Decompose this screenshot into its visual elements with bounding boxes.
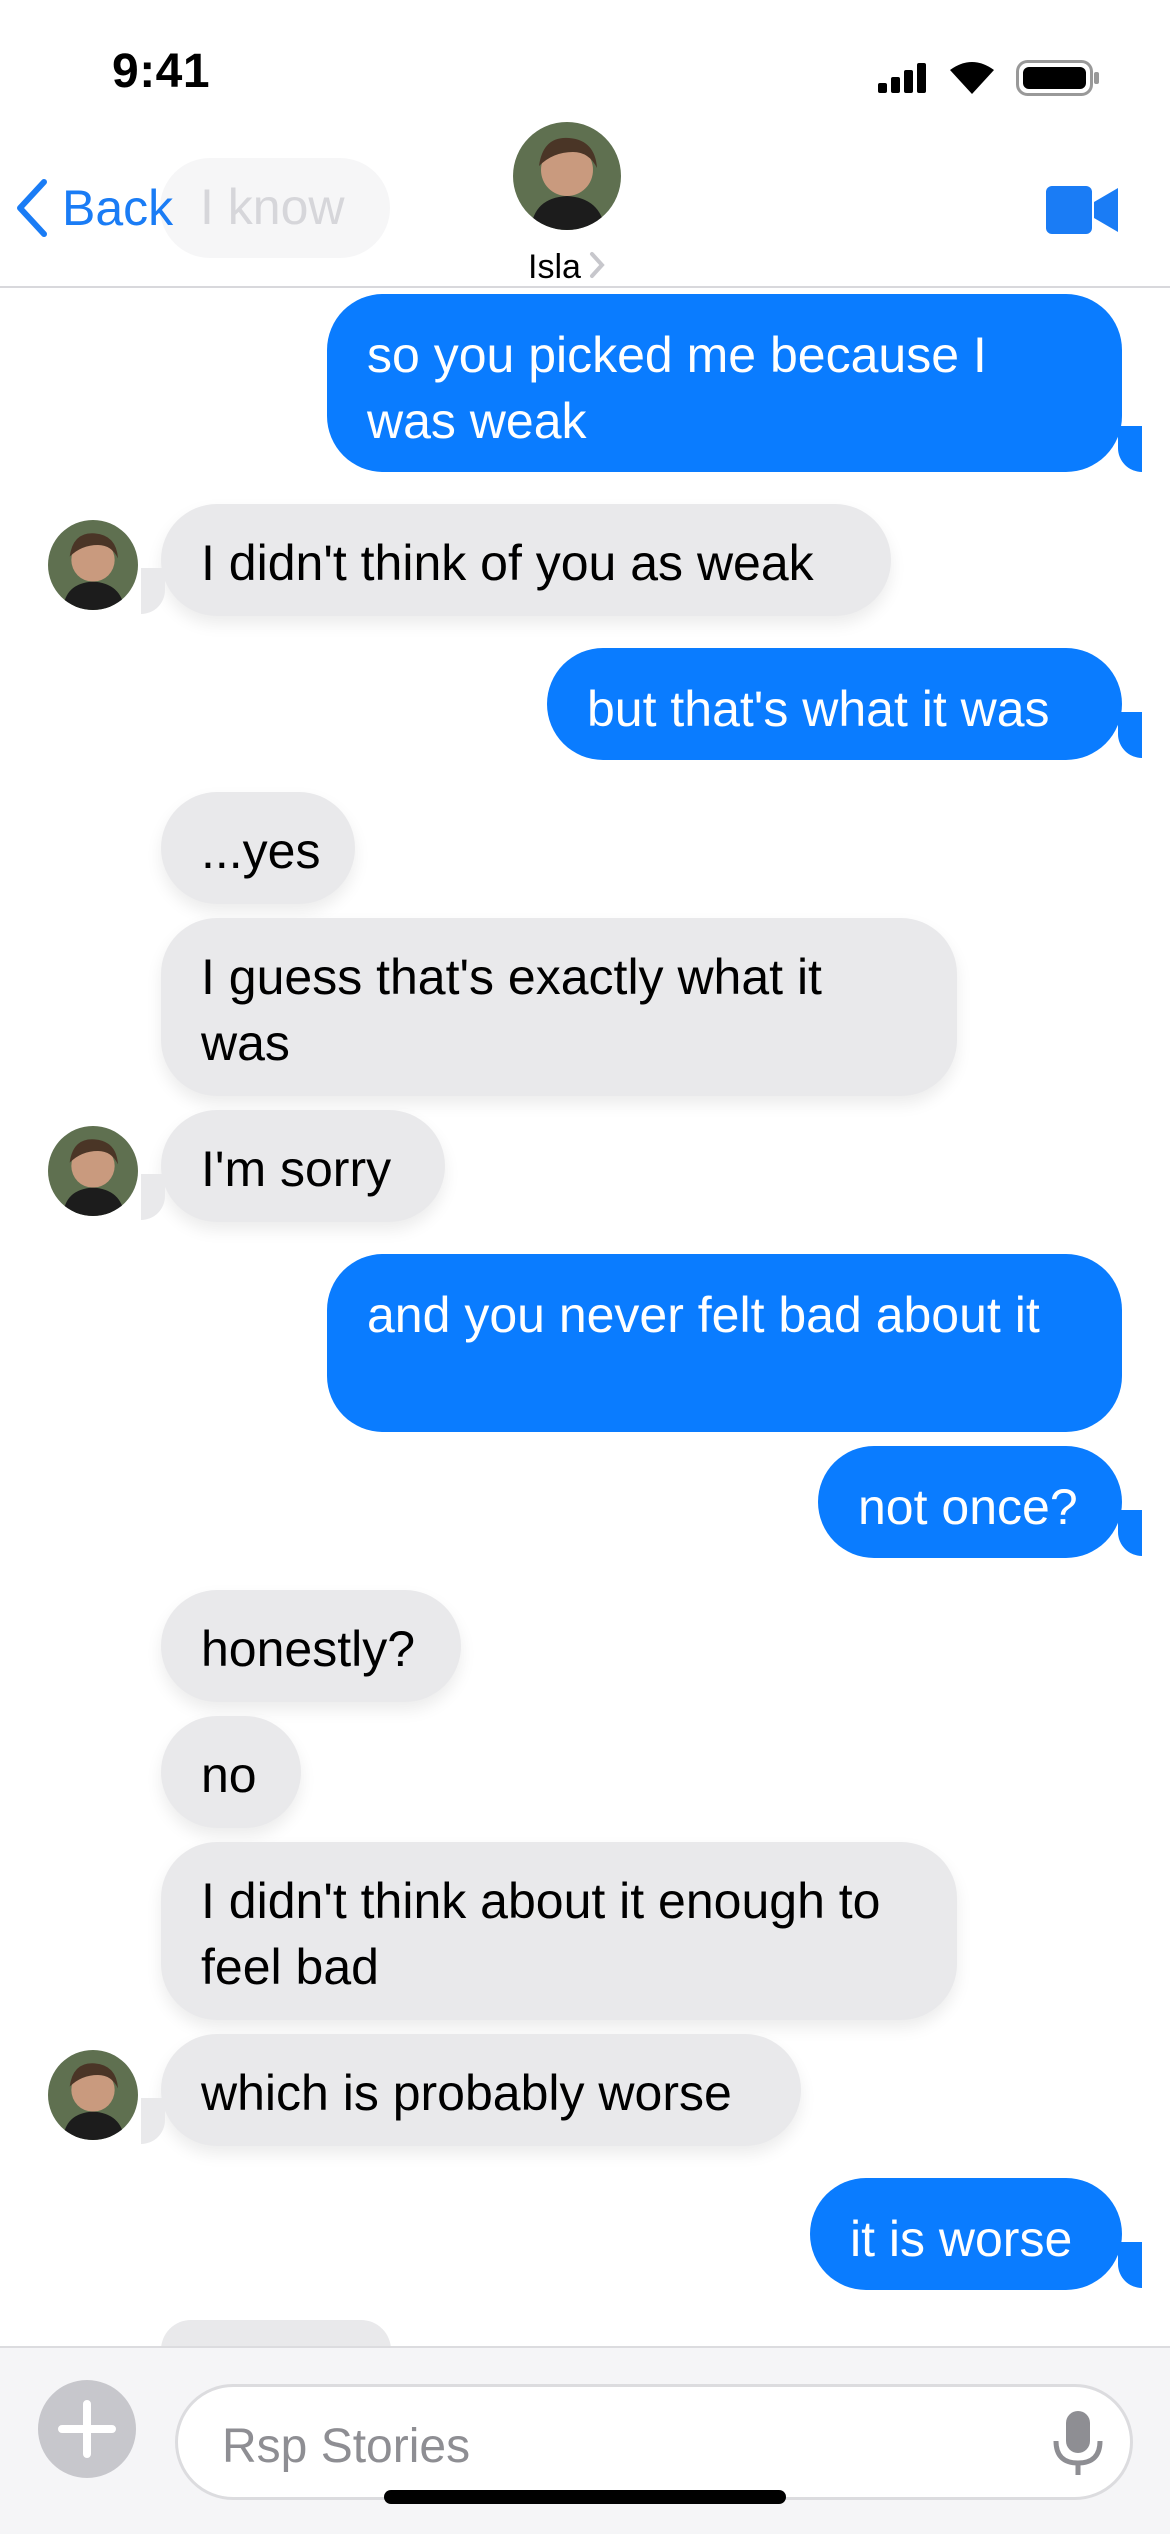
contact-name[interactable]: Isla [528,248,581,287]
contact-avatar-small [48,1126,138,1216]
bubble-tail [141,1174,165,1220]
message-input-placeholder: Rsp Stories [222,2420,471,2473]
chevron-left-icon [17,179,47,237]
contact-avatar[interactable] [513,122,621,230]
message-bubble-outgoing[interactable]: so you picked me because I was weak [327,294,1122,472]
message-bubble-incoming[interactable]: I guess that's exactly what it was [161,918,957,1096]
message-bubble-incoming[interactable]: ...yes [161,792,355,904]
contact-avatar-small [48,2050,138,2140]
message-composer: Rsp Stories [0,2346,1170,2534]
bubble-tail [141,568,165,614]
contact-avatar-small [48,520,138,610]
back-label: Back [62,180,174,236]
message-bubble-incoming[interactable]: I didn't think of you as weak [161,504,891,616]
message-bubble-outgoing[interactable]: but that's what it was [547,648,1122,760]
back-button[interactable]: Back [14,176,173,240]
message-bubble-outgoing[interactable]: not once? [818,1446,1122,1558]
message-bubble-outgoing[interactable]: and you never felt bad about it [327,1254,1122,1432]
plus-icon [58,2400,116,2458]
signal-icon [878,63,926,93]
message-input[interactable]: Rsp Stories [175,2384,1133,2500]
bubble-tail [1118,426,1142,472]
previous-message-preview: I know [200,179,345,235]
video-camera-icon[interactable] [1046,184,1118,236]
battery-icon [1016,60,1099,96]
message-bubble-incoming[interactable]: I didn't think about it enough to feel b… [161,1842,957,2020]
wifi-icon [950,62,994,94]
message-bubble-incoming[interactable]: honestly? [161,1590,461,1702]
conversation-header: I know Back Isla [0,120,1170,288]
message-bubble-incoming[interactable]: I'm sorry [161,1110,445,1222]
chevron-right-icon [590,252,605,278]
status-icons [878,58,1100,98]
status-time: 9:41 [112,45,211,98]
add-attachment-button[interactable] [38,2380,136,2478]
message-bubble-incoming[interactable]: which is probably worse [161,2034,801,2146]
bubble-tail [1118,1510,1142,1556]
microphone-icon[interactable] [1050,2409,1106,2479]
status-bar: 9:41 [0,0,1170,120]
bubble-tail [1118,712,1142,758]
message-bubble-incoming[interactable]: no [161,1716,301,1828]
bubble-tail [141,2098,165,2144]
message-bubble-outgoing[interactable]: it is worse [810,2178,1122,2290]
bubble-tail [1118,2242,1142,2288]
home-indicator [384,2490,786,2504]
